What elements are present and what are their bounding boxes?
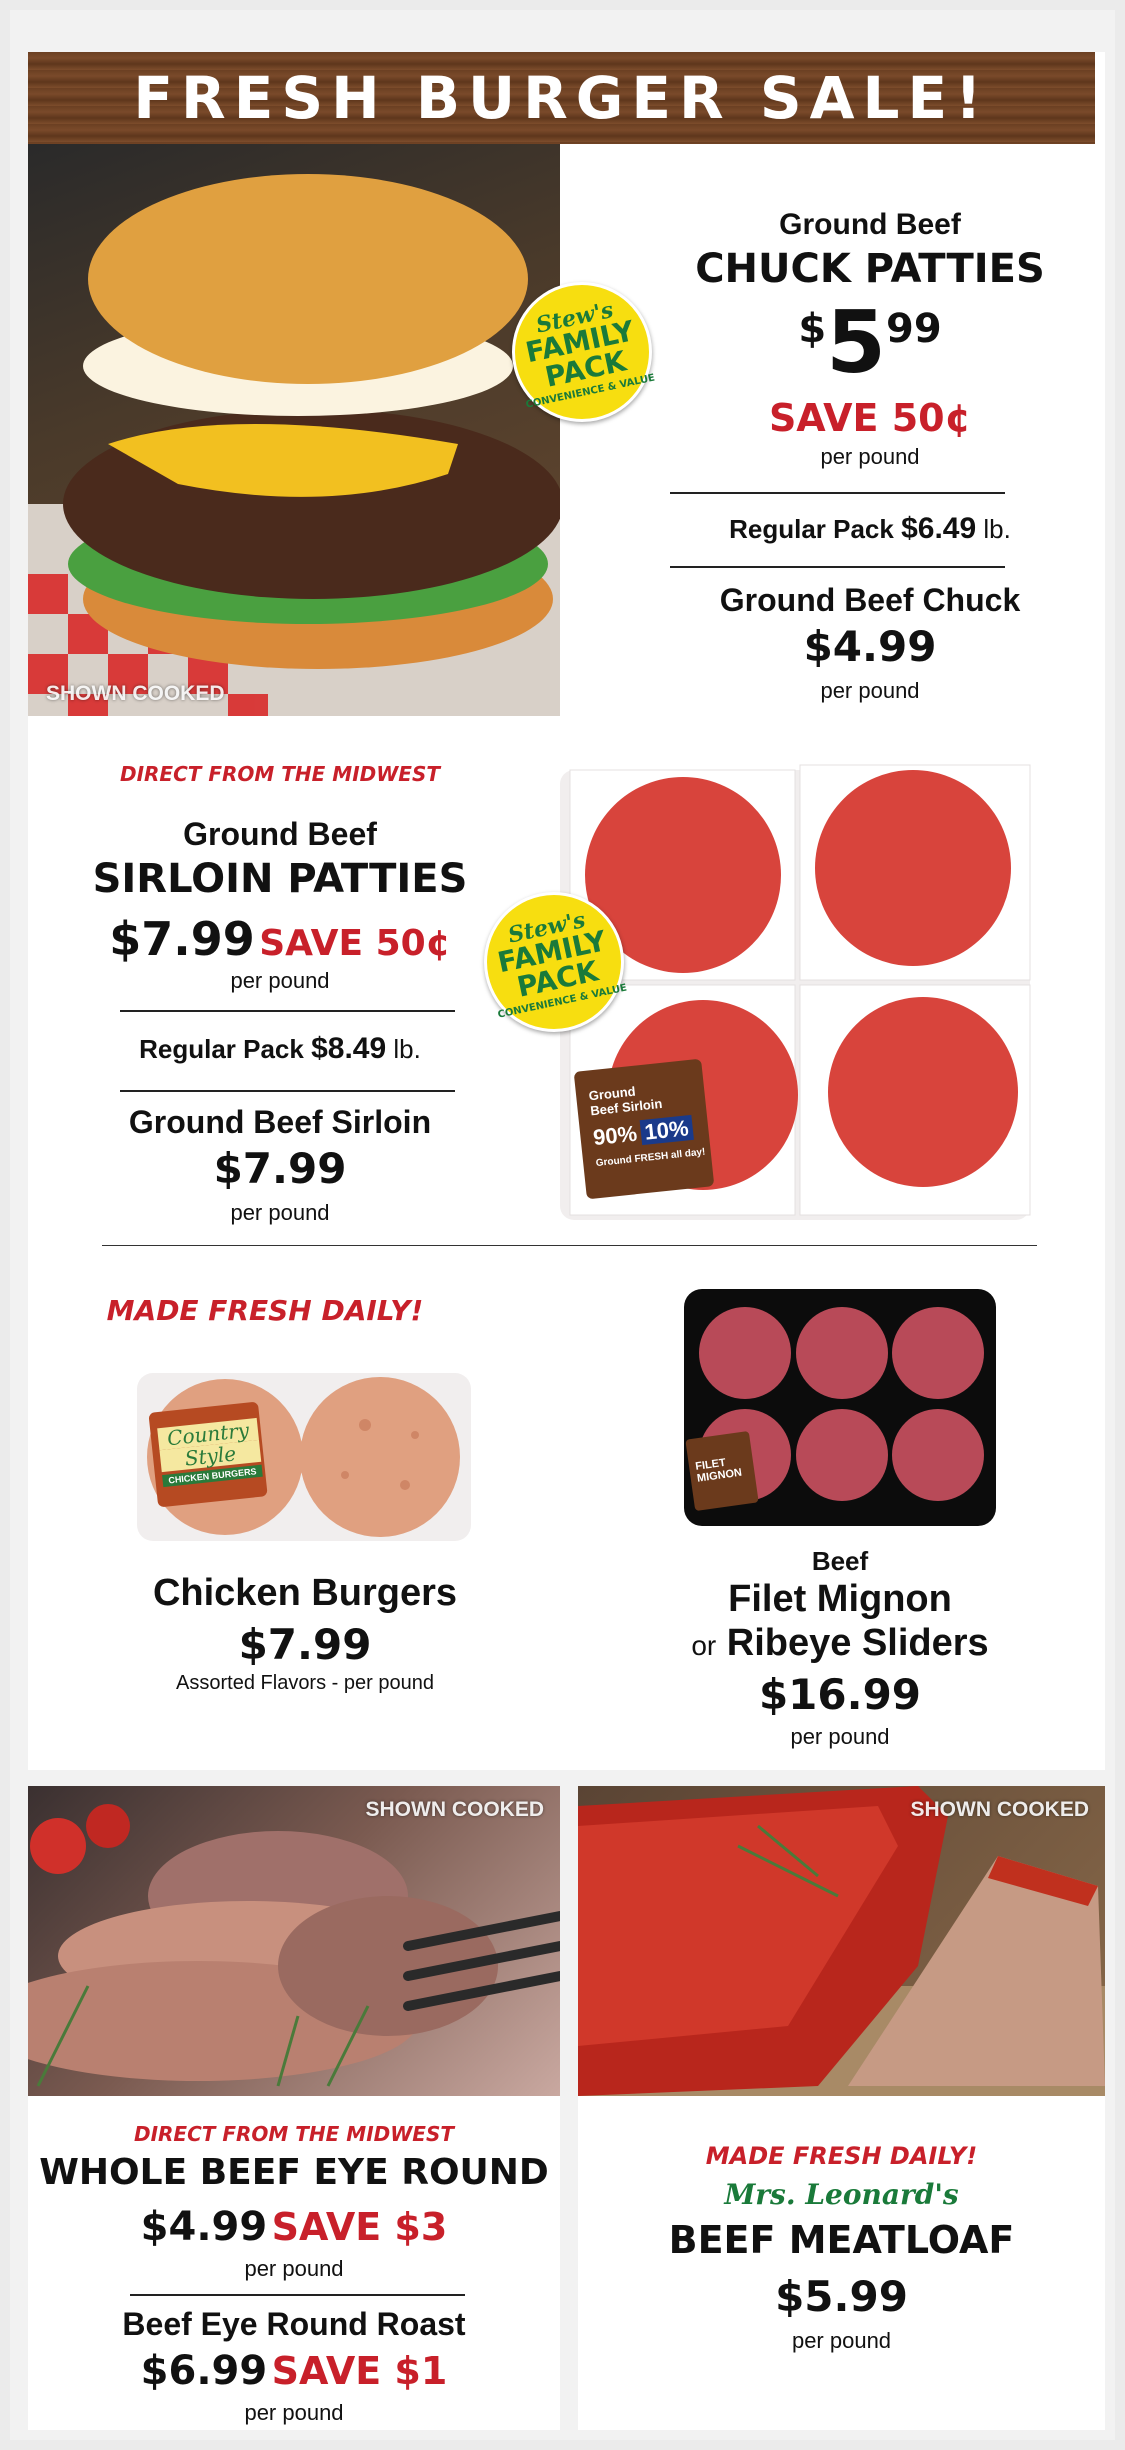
eyeround-illustration (28, 1804, 560, 2087)
sirloin-unit: per pound (230, 968, 330, 993)
chuck-regular: Regular Pack $6.49 lb. (729, 512, 1011, 545)
sirloin-pack-label: Ground Beef Sirloin 90% 10% Ground FRESH… (588, 1083, 706, 1170)
eyeround-alt-name: Beef Eye Round Roast (122, 2306, 466, 2342)
chuck-unit: per pound (820, 444, 920, 469)
sliders-line3: or Ribeye Sliders (691, 1622, 989, 1664)
burger-illustration (28, 174, 560, 716)
meatloaf-tagline: MADE FRESH DAILY! (705, 2142, 978, 2170)
chuck-subtitle: Ground Beef (779, 208, 961, 241)
sirloin-alt-unit: per pound (230, 1200, 330, 1225)
chuck-rule-2 (670, 566, 1005, 568)
sirloin-title: SIRLOIN PATTIES (92, 856, 468, 902)
sale-banner: FRESH BURGER SALE! (28, 52, 1095, 144)
sirloin-regular: Regular Pack $8.49 lb. (139, 1032, 421, 1065)
chicken-tagline: MADE FRESH DAILY! (106, 1294, 424, 1327)
eyeround-origin: DIRECT FROM THE MIDWEST (133, 2122, 455, 2146)
eyeround-title: WHOLE BEEF EYE ROUND (39, 2152, 549, 2193)
eyeround-unit: per pound (244, 2256, 344, 2281)
chicken-burger-photo: Country Style CHICKEN BURGERS (135, 1365, 475, 1545)
eyeround-photo: SHOWN COOKED (28, 1786, 560, 2096)
chicken-price: $7.99 (238, 1620, 372, 1669)
sirloin-save: SAVE 50¢ (259, 923, 451, 964)
chicken-pack-label: Country Style CHICKEN BURGERS (157, 1418, 263, 1488)
meatloaf-unit: per pound (791, 2328, 892, 2353)
chuck-alt-price: $4.99 (803, 622, 937, 671)
chuck-price: $ 5 99 (798, 293, 942, 393)
eyeround-price: $4.99 (140, 2204, 268, 2250)
eyeround-price-row: $4.99 SAVE $3 (28, 2204, 560, 2250)
eyeround-shown-cooked-tag: SHOWN COOKED (365, 1798, 545, 1821)
sirloin-rule-2 (120, 1090, 455, 1092)
banner-title: FRESH BURGER SALE! (133, 64, 990, 132)
burger-photo: SHOWN COOKED (28, 144, 560, 716)
sirloin-price: $7.99 (109, 912, 255, 966)
section-divider (102, 1245, 1037, 1246)
sirloin-rule-1 (120, 1010, 455, 1012)
eyeround-rule (130, 2294, 465, 2296)
chuck-alt-unit: per pound (820, 678, 920, 703)
meatloaf-shown-cooked-tag: SHOWN COOKED (910, 1798, 1090, 1821)
sirloin-subtitle: Ground Beef (183, 816, 377, 852)
sliders-photo: FILET MIGNON (680, 1285, 1000, 1530)
sliders-price: $16.99 (758, 1670, 922, 1719)
chicken-name: Chicken Burgers (152, 1572, 458, 1614)
shown-cooked-tag: SHOWN COOKED (46, 682, 225, 705)
chuck-save: SAVE 50¢ (768, 396, 972, 440)
chuck-alt-name: Ground Beef Chuck (719, 582, 1021, 618)
chicken-note: Assorted Flavors - per pound (176, 1672, 434, 1694)
sirloin-alt-price: $7.99 (213, 1144, 347, 1193)
chuck-title: CHUCK PATTIES (695, 246, 1045, 292)
eyeround-save: SAVE $3 (271, 2205, 448, 2249)
meatloaf-photo: SHOWN COOKED (578, 1786, 1105, 2096)
eyeround-alt-price-row: $6.99 SAVE $1 (28, 2348, 560, 2394)
flyer-page: FRESH BURGER SALE! SHOWN COOKED Stew's F… (10, 10, 1115, 2440)
sliders-unit: per pound (790, 1724, 890, 1749)
sirloin-alt-name: Ground Beef Sirloin (128, 1104, 432, 1140)
chuck-rule-1 (670, 492, 1005, 494)
sliders-illustration (684, 1289, 996, 1526)
eyeround-alt-unit: per pound (244, 2400, 344, 2425)
meatloaf-illustration (578, 1786, 1105, 2096)
sliders-line1: Beef (811, 1546, 869, 1576)
sliders-line2: Filet Mignon (728, 1578, 952, 1620)
eyeround-alt-price: $6.99 (140, 2348, 268, 2394)
meatloaf-brand: Mrs. Leonard's (724, 2178, 959, 2211)
meatloaf-price: $5.99 (775, 2272, 908, 2321)
meatloaf-title: BEEF MEATLOAF (668, 2218, 1015, 2262)
eyeround-alt-save: SAVE $1 (271, 2349, 448, 2393)
sirloin-price-row: $7.99 SAVE 50¢ (80, 912, 480, 966)
sirloin-origin: DIRECT FROM THE MIDWEST (119, 762, 441, 786)
